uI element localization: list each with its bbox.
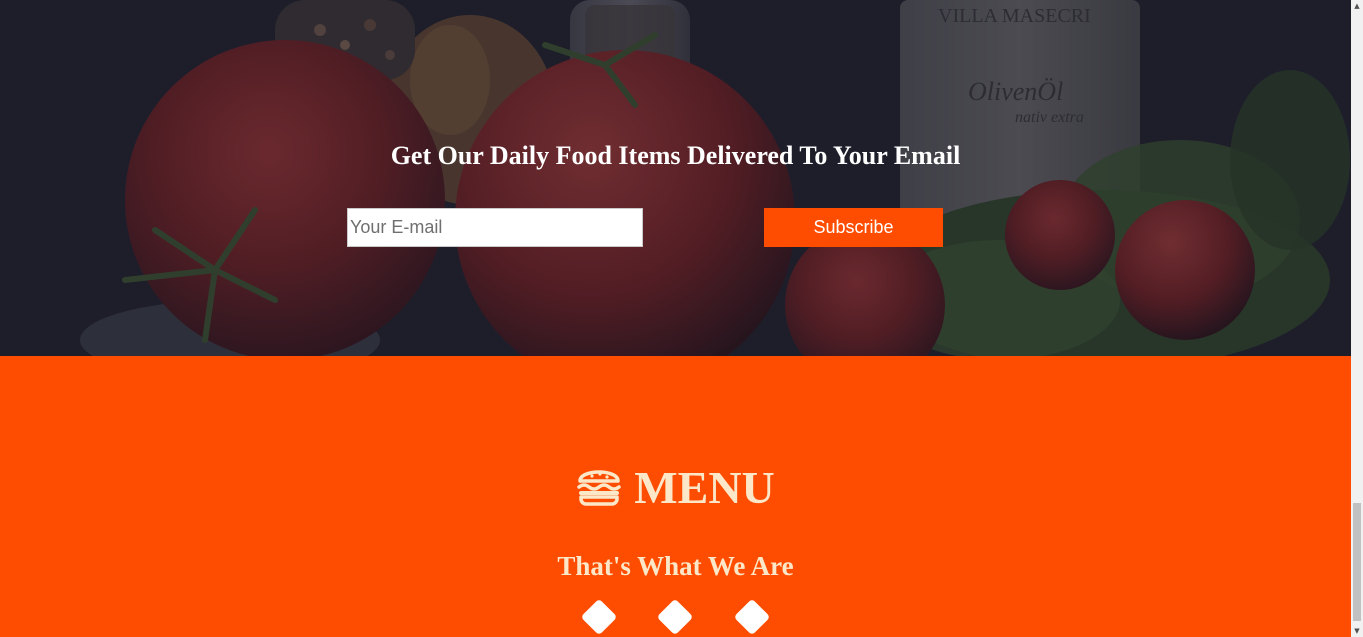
- menu-section: MENU That's What We Are: [0, 356, 1351, 637]
- newsletter-section: VILLA MASECRI OlivenÖl nativ extra Get O…: [0, 0, 1351, 356]
- scrollbar-thumb[interactable]: [1353, 503, 1361, 621]
- page: VILLA MASECRI OlivenÖl nativ extra Get O…: [0, 0, 1363, 637]
- diamond-decoration: [733, 598, 771, 636]
- newsletter-title: Get Our Daily Food Items Delivered To Yo…: [390, 141, 961, 170]
- menu-heading: MENU: [0, 460, 1351, 516]
- scroll-up-icon[interactable]: ▲: [1351, 0, 1363, 12]
- email-input[interactable]: [347, 208, 643, 247]
- food-background-photo: VILLA MASECRI OlivenÖl nativ extra: [0, 0, 1351, 356]
- vertical-scrollbar[interactable]: ▲ ▼: [1351, 0, 1363, 637]
- scroll-down-icon[interactable]: ▼: [1351, 625, 1363, 637]
- hamburger-icon: [577, 470, 621, 506]
- subscribe-button[interactable]: Subscribe: [764, 208, 943, 247]
- menu-title: MENU: [634, 462, 775, 513]
- diamond-decoration: [656, 598, 694, 636]
- menu-subtitle: That's What We Are: [557, 551, 794, 581]
- diamond-decoration: [580, 598, 618, 636]
